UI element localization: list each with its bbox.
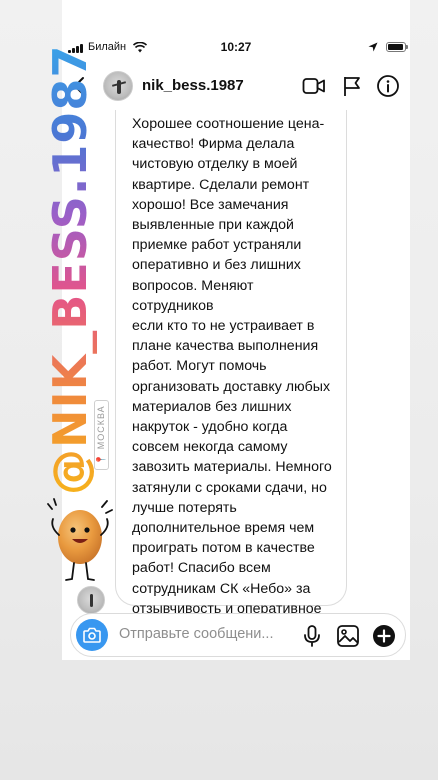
username-sticker: @NIK_BESS.1987 bbox=[43, 44, 97, 495]
location-sticker: 📍 МОСКВА bbox=[94, 400, 109, 470]
chat-header: nik_bess.1987 bbox=[62, 64, 410, 108]
plus-icon[interactable] bbox=[372, 624, 396, 648]
message-composer bbox=[70, 613, 406, 657]
location-label: МОСКВА bbox=[96, 405, 106, 450]
message-text: Хорошее соотношение цена- качество! Фирм… bbox=[132, 116, 332, 637]
location-arrow-icon bbox=[368, 42, 378, 52]
sender-avatar[interactable] bbox=[77, 586, 105, 614]
camera-icon bbox=[83, 627, 101, 643]
battery-icon bbox=[386, 42, 408, 52]
username[interactable]: nik_bess.1987 bbox=[142, 77, 244, 94]
avatar[interactable] bbox=[103, 71, 133, 101]
message-input[interactable] bbox=[119, 626, 295, 642]
gallery-icon[interactable] bbox=[336, 624, 360, 648]
camera-button[interactable] bbox=[76, 619, 108, 651]
video-call-icon[interactable] bbox=[302, 74, 326, 98]
info-icon[interactable] bbox=[376, 74, 400, 98]
microphone-icon[interactable] bbox=[300, 624, 324, 648]
clock: 10:27 bbox=[220, 40, 252, 54]
egg-emoji-sticker bbox=[47, 498, 113, 581]
message-bubble[interactable]: Хорошее соотношение цена- качество! Фирм… bbox=[115, 110, 347, 637]
status-bar: Билайн 10:27 bbox=[62, 36, 410, 60]
flag-icon[interactable] bbox=[340, 74, 364, 98]
